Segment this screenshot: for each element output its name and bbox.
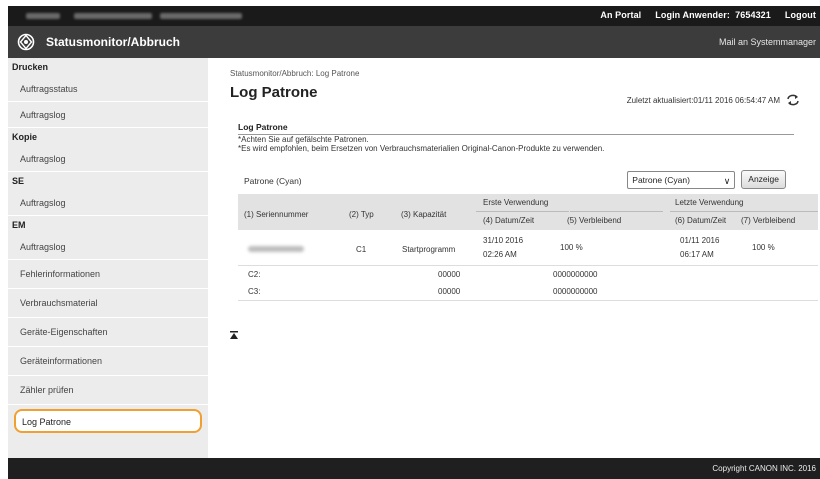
cell-first-time: 02:26 AM <box>483 250 517 259</box>
page-title: Log Patrone <box>230 84 318 101</box>
display-button[interactable]: Anzeige <box>741 170 786 189</box>
mail-to-admin-link[interactable]: Mail an Systemmanager <box>719 37 816 47</box>
login-label: Login Anwender: <box>655 10 730 20</box>
column-header-last-datetime: (6) Datum/Zeit <box>675 216 727 225</box>
sidebar-item-fehlerinformationen[interactable]: Fehlerinformationen <box>8 260 208 289</box>
cell-type: C3: <box>248 287 261 296</box>
cell-last-time: 06:17 AM <box>680 250 714 259</box>
sidebar-item-auftragsstatus[interactable]: Auftragsstatus <box>8 76 208 102</box>
portal-link[interactable]: An Portal <box>600 10 641 20</box>
cell-first-date: 31/10 2016 <box>483 236 524 245</box>
sidebar-section-se: SE <box>12 176 25 186</box>
sidebar-item-log-patrone[interactable]: Log Patrone <box>14 409 202 433</box>
sidebar-item-zaehler-pruefen[interactable]: Zähler prüfen <box>8 376 208 405</box>
last-updated: Zuletzt aktualisiert:01/11 2016 06:54:47… <box>627 94 800 106</box>
top-links: An Portal Login Anwender: 7654321 Logout <box>600 10 816 20</box>
canon-logo-icon <box>17 33 35 51</box>
group-header-first-use: Erste Verwendung <box>483 198 549 207</box>
chevron-down-icon: ∨ <box>723 175 731 186</box>
cartridge-controls: Patrone (Cyan) ∨ Anzeige <box>627 170 786 189</box>
logout-link[interactable]: Logout <box>785 10 816 20</box>
sidebar-item-geraeteinformationen[interactable]: Geräteinformationen <box>8 347 208 376</box>
group-header-last-use: Letzte Verwendung <box>675 198 744 207</box>
cell-last-remaining: 100 % <box>752 243 775 252</box>
last-updated-text: Zuletzt aktualisiert:01/11 2016 06:54:47… <box>626 95 780 105</box>
column-header-first-datetime: (4) Datum/Zeit <box>483 216 535 225</box>
blurred-device-name <box>26 13 60 19</box>
login-user: Login Anwender: 7654321 <box>655 10 771 20</box>
cell-type: C2: <box>248 270 261 279</box>
blurred-device-name <box>74 13 152 19</box>
refresh-icon[interactable] <box>786 94 800 106</box>
cell-last-date: 01/11 2016 <box>680 236 720 245</box>
sidebar-item-em-auftragslog[interactable]: Auftragslog <box>8 234 208 260</box>
header-divider <box>476 211 569 212</box>
cell-capacity: 00000 <box>438 270 461 279</box>
cell-first-remaining: 0000000000 <box>553 287 598 296</box>
user-id: 7654321 <box>735 10 771 20</box>
sidebar-section-em: EM <box>12 220 26 230</box>
app-title: Statusmonitor/Abbruch <box>46 35 180 49</box>
sidebar-section-drucken: Drucken <box>12 62 49 72</box>
cell-capacity: Startprogramm <box>402 245 456 254</box>
column-header-serial: (1) Seriennummer <box>244 210 309 219</box>
table-row: C3: 00000 0000000000 <box>238 285 818 301</box>
serial-number-redacted <box>248 246 304 252</box>
sidebar-item-druck-auftragslog[interactable]: Auftragslog <box>8 102 208 128</box>
copyright: Copyright CANON INC. 2016 <box>712 464 816 473</box>
sidebar-item-se-auftragslog[interactable]: Auftragslog <box>8 190 208 216</box>
app-header: Statusmonitor/Abbruch Mail an Systemmana… <box>8 26 820 58</box>
box-title: Log Patrone <box>238 122 794 135</box>
sidebar-section-kopie: Kopie <box>12 132 38 142</box>
main-content: Statusmonitor/Abbruch: Log Patrone Log P… <box>208 58 820 458</box>
cartridge-label: Patrone (Cyan) <box>244 176 302 186</box>
sidebar-item-kopie-auftragslog[interactable]: Auftragslog <box>8 146 208 172</box>
sidebar-item-geraete-eigenschaften[interactable]: Geräte-Eigenschaften <box>8 318 208 347</box>
sidebar: Drucken Auftragsstatus Auftragslog Kopie… <box>8 58 208 458</box>
counterfeit-warning: *Achten Sie auf gefälschte Patronen. <box>238 135 369 144</box>
table-row: C2: 00000 0000000000 <box>238 268 818 284</box>
column-header-capacity: (3) Kapazität <box>401 210 447 219</box>
original-products-note: *Es wird empfohlen, beim Ersetzen von Ve… <box>238 144 605 153</box>
cell-capacity: 00000 <box>438 287 461 296</box>
log-patrone-box: Log Patrone *Achten Sie auf gefälschte P… <box>238 122 794 153</box>
cell-first-remaining: 100 % <box>560 243 583 252</box>
sidebar-item-verbrauchsmaterial[interactable]: Verbrauchsmaterial <box>8 289 208 318</box>
cell-type: C1 <box>356 245 367 254</box>
breadcrumb: Statusmonitor/Abbruch: Log Patrone <box>230 69 360 78</box>
cartridge-select[interactable]: Patrone (Cyan) ∨ <box>627 170 736 189</box>
table-row: C1 Startprogramm 31/10 2016 02:26 AM 100… <box>238 232 818 266</box>
cartridge-select-value: Patrone (Cyan) <box>632 174 690 185</box>
blurred-device-name <box>160 13 242 19</box>
top-bar: An Portal Login Anwender: 7654321 Logout <box>8 6 820 26</box>
header-divider <box>670 211 818 212</box>
arrow-up-to-top-icon[interactable] <box>230 331 238 340</box>
column-header-last-remaining: (7) Verbleibend <box>741 216 796 225</box>
header-divider <box>570 211 663 212</box>
cell-first-remaining: 0000000000 <box>553 270 598 279</box>
column-header-first-remaining: (5) Verbleibend <box>567 216 622 225</box>
footer: Copyright CANON INC. 2016 <box>8 458 820 479</box>
column-header-type: (2) Typ <box>349 210 374 219</box>
